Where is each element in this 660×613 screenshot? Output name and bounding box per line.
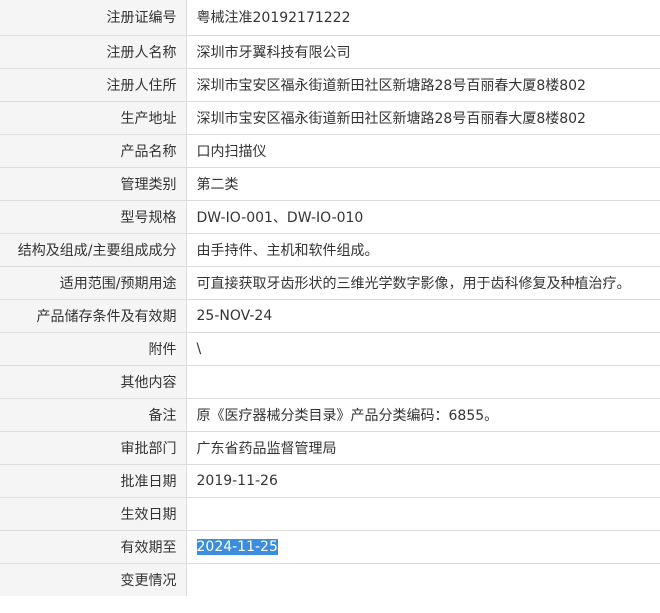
row-other-content: 其他内容 — [0, 365, 660, 399]
label-remarks: 备注 — [0, 398, 187, 432]
row-effective-date: 生效日期 — [0, 497, 660, 531]
label-registrant-address: 注册人住所 — [0, 68, 187, 102]
row-change-history: 变更情况 — [0, 563, 660, 596]
value-production-address: 深圳市宝安区福永街道新田社区新塘路28号百丽春大厦8楼802 — [186, 101, 660, 135]
value-model-spec: DW-IO-001、DW-IO-010 — [186, 200, 660, 234]
row-remarks: 备注 原《医疗器械分类目录》产品分类编码：6855。 — [0, 398, 660, 432]
value-change-history — [186, 563, 660, 596]
value-registrant-name: 深圳市牙翼科技有限公司 — [186, 35, 660, 69]
value-structure-composition: 由手持件、主机和软件组成。 — [186, 233, 660, 267]
row-registration-number: 注册证编号 粤械注准20192171222 — [0, 0, 660, 36]
row-model-spec: 型号规格 DW-IO-001、DW-IO-010 — [0, 200, 660, 234]
label-attachment: 附件 — [0, 332, 187, 366]
row-approval-department: 审批部门 广东省药品监督管理局 — [0, 431, 660, 465]
value-storage-validity: 25-NOV-24 — [186, 299, 660, 333]
registration-record-table: 注册证编号 粤械注准20192171222 注册人名称 深圳市牙翼科技有限公司 … — [0, 0, 660, 596]
label-other-content: 其他内容 — [0, 365, 187, 399]
value-valid-until-selected-text[interactable]: 2024-11-25 — [196, 538, 278, 555]
value-intended-use: 可直接获取牙齿形状的三维光学数字影像，用于齿科修复及种植治疗。 — [186, 266, 660, 300]
label-product-name: 产品名称 — [0, 134, 187, 168]
row-registrant-address: 注册人住所 深圳市宝安区福永街道新田社区新塘路28号百丽春大厦8楼802 — [0, 68, 660, 102]
row-approval-date: 批准日期 2019-11-26 — [0, 464, 660, 498]
value-product-name: 口内扫描仪 — [186, 134, 660, 168]
label-model-spec: 型号规格 — [0, 200, 187, 234]
label-management-category: 管理类别 — [0, 167, 187, 201]
value-valid-until-cell: 2024-11-25 — [186, 530, 660, 564]
row-management-category: 管理类别 第二类 — [0, 167, 660, 201]
row-storage-validity: 产品储存条件及有效期 25-NOV-24 — [0, 299, 660, 333]
label-intended-use: 适用范围/预期用途 — [0, 266, 187, 300]
row-product-name: 产品名称 口内扫描仪 — [0, 134, 660, 168]
label-valid-until: 有效期至 — [0, 530, 187, 564]
label-storage-validity: 产品储存条件及有效期 — [0, 299, 187, 333]
value-remarks: 原《医疗器械分类目录》产品分类编码：6855。 — [186, 398, 660, 432]
value-approval-department: 广东省药品监督管理局 — [186, 431, 660, 465]
row-attachment: 附件 \ — [0, 332, 660, 366]
label-registrant-name: 注册人名称 — [0, 35, 187, 69]
value-attachment: \ — [186, 332, 660, 366]
label-production-address: 生产地址 — [0, 101, 187, 135]
label-registration-number: 注册证编号 — [0, 0, 187, 36]
label-change-history: 变更情况 — [0, 563, 187, 596]
label-approval-date: 批准日期 — [0, 464, 187, 498]
label-structure-composition: 结构及组成/主要组成成分 — [0, 233, 187, 267]
value-other-content — [186, 365, 660, 399]
label-effective-date: 生效日期 — [0, 497, 187, 531]
row-structure-composition: 结构及组成/主要组成成分 由手持件、主机和软件组成。 — [0, 233, 660, 267]
row-intended-use: 适用范围/预期用途 可直接获取牙齿形状的三维光学数字影像，用于齿科修复及种植治疗… — [0, 266, 660, 300]
value-registration-number: 粤械注准20192171222 — [186, 0, 660, 36]
row-registrant-name: 注册人名称 深圳市牙翼科技有限公司 — [0, 35, 660, 69]
row-production-address: 生产地址 深圳市宝安区福永街道新田社区新塘路28号百丽春大厦8楼802 — [0, 101, 660, 135]
row-valid-until: 有效期至 2024-11-25 — [0, 530, 660, 564]
value-management-category: 第二类 — [186, 167, 660, 201]
value-registrant-address: 深圳市宝安区福永街道新田社区新塘路28号百丽春大厦8楼802 — [186, 68, 660, 102]
label-approval-department: 审批部门 — [0, 431, 187, 465]
value-effective-date — [186, 497, 660, 531]
value-approval-date: 2019-11-26 — [186, 464, 660, 498]
